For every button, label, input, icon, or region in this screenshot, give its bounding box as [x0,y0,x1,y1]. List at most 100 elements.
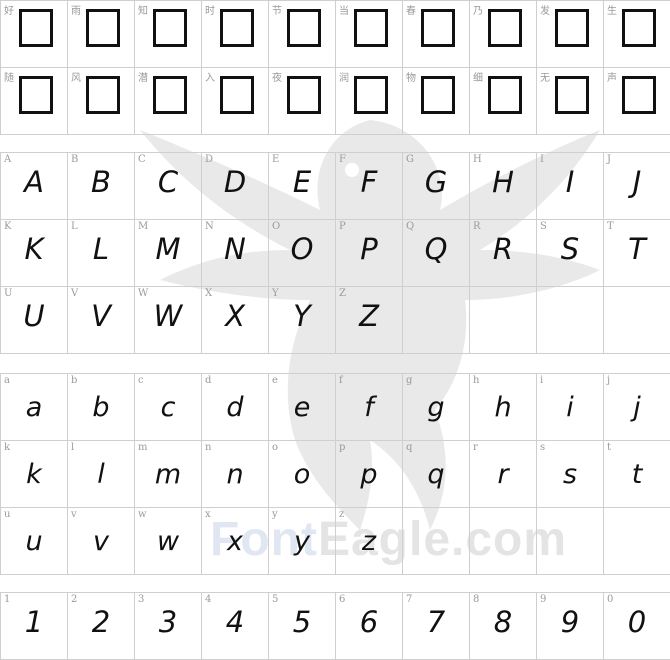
glyph-sample: E [292,165,312,199]
cell-key-label: 随 [4,73,14,84]
glyph-cell: 雨 [68,1,135,68]
glyph-sample: q [427,459,445,490]
cell-key-label: 潜 [138,73,148,84]
cell-key-label: r [473,442,478,453]
cell-key-label: i [540,375,544,386]
glyph-sample: 1 [24,605,44,639]
glyph-cell: JJ [604,153,670,220]
glyph-cell: aa [1,374,68,441]
cell-key-label: 润 [339,73,349,84]
cell-key-label: I [540,154,544,165]
cell-key-label: K [4,221,12,232]
glyph-sample: s [562,459,578,490]
glyph-cell: YY [269,287,336,354]
glyph-cell: FF [336,153,403,220]
glyph-cell: uu [1,508,68,575]
cell-key-label: 当 [339,6,349,17]
glyph-sample: 7 [426,605,446,639]
glyph-cell: 随 [1,68,68,135]
glyph-cell: 知 [135,1,202,68]
cell-key-label: 8 [473,594,480,605]
glyph-cell: MM [135,220,202,287]
glyph-sample: G [424,165,448,199]
cell-key-label: 7 [406,594,413,605]
glyph-cell: 节 [269,1,336,68]
glyph-sample: T [628,232,646,266]
glyph-sample: 3 [158,605,178,639]
cell-key-label: 4 [205,594,212,605]
cell-key-label: A [4,154,12,165]
cell-key-label: e [272,375,278,386]
cell-key-label: R [473,221,481,232]
glyph-cell: ff [336,374,403,441]
glyph-sample: F [360,165,378,199]
cell-key-label: T [607,221,614,232]
cell-key-label: 乃 [473,6,483,17]
glyph-sample: w [156,526,180,557]
glyph-sample: D [223,165,247,199]
glyph-sample: e [293,392,311,423]
cell-key-label: 3 [138,594,145,605]
glyph-sample: Y [293,299,311,333]
glyph-sample: 8 [493,605,513,639]
missing-glyph-box [488,76,522,114]
cell-key-label: 夜 [272,73,282,84]
glyph-cell: 生 [604,1,670,68]
glyph-cell: jj [604,374,670,441]
glyph-cell: yy [269,508,336,575]
glyph-sample: I [565,165,575,199]
glyph-sample: x [227,526,243,557]
cell-key-label: b [71,375,78,386]
cell-key-label: 6 [339,594,346,605]
missing-glyph-box [555,9,589,47]
glyph-cell: ll [68,441,135,508]
cell-key-label: L [71,221,78,232]
cell-key-label: y [272,509,278,520]
glyph-cell: 88 [470,593,537,660]
glyph-cell: cc [135,374,202,441]
cell-key-label: t [607,442,612,453]
cell-key-label: U [4,288,13,299]
missing-glyph-box [86,9,120,47]
cell-key-label: a [4,375,10,386]
cell-key-label: c [138,375,144,386]
glyph-cell [537,287,604,354]
glyph-sample: P [360,232,378,266]
grid-lower: aabbccddeeffgghhiijjkkllmmnnooppqqrrsstt… [0,373,670,575]
glyph-cell: 22 [68,593,135,660]
glyph-cell: oo [269,441,336,508]
glyph-cell: 55 [269,593,336,660]
missing-glyph-box [220,9,254,47]
cell-key-label: V [71,288,79,299]
grid-row: KKLLMMNNOOPPQQRRSSTT [1,220,670,287]
glyph-sample: O [290,232,314,266]
grid-row: 好雨知时节当春乃发生 [1,1,670,68]
glyph-cell: CC [135,153,202,220]
cell-key-label: q [406,442,413,453]
cell-key-label: E [272,154,280,165]
glyph-sample: 5 [292,605,312,639]
glyph-cell: 风 [68,68,135,135]
glyph-cell: 00 [604,593,670,660]
glyph-cell: 当 [336,1,403,68]
cell-key-label: 生 [607,6,617,17]
glyph-cell: rr [470,441,537,508]
glyph-cell: qq [403,441,470,508]
glyph-cell: SS [537,220,604,287]
glyph-cell: HH [470,153,537,220]
cell-key-label: F [339,154,346,165]
cell-key-label: g [406,375,413,386]
glyph-cell: PP [336,220,403,287]
glyph-cell [403,287,470,354]
missing-glyph-box [19,9,53,47]
cell-key-label: o [272,442,279,453]
cell-key-label: 物 [406,73,416,84]
glyph-sample: y [294,526,310,557]
glyph-cell: NN [202,220,269,287]
cell-key-label: 风 [71,73,81,84]
grid-row: UUVVWWXXYYZZ [1,287,670,354]
glyph-cell: XX [202,287,269,354]
glyph-sample: Z [359,299,379,333]
glyph-cell: 夜 [269,68,336,135]
glyph-sample: V [91,299,111,333]
